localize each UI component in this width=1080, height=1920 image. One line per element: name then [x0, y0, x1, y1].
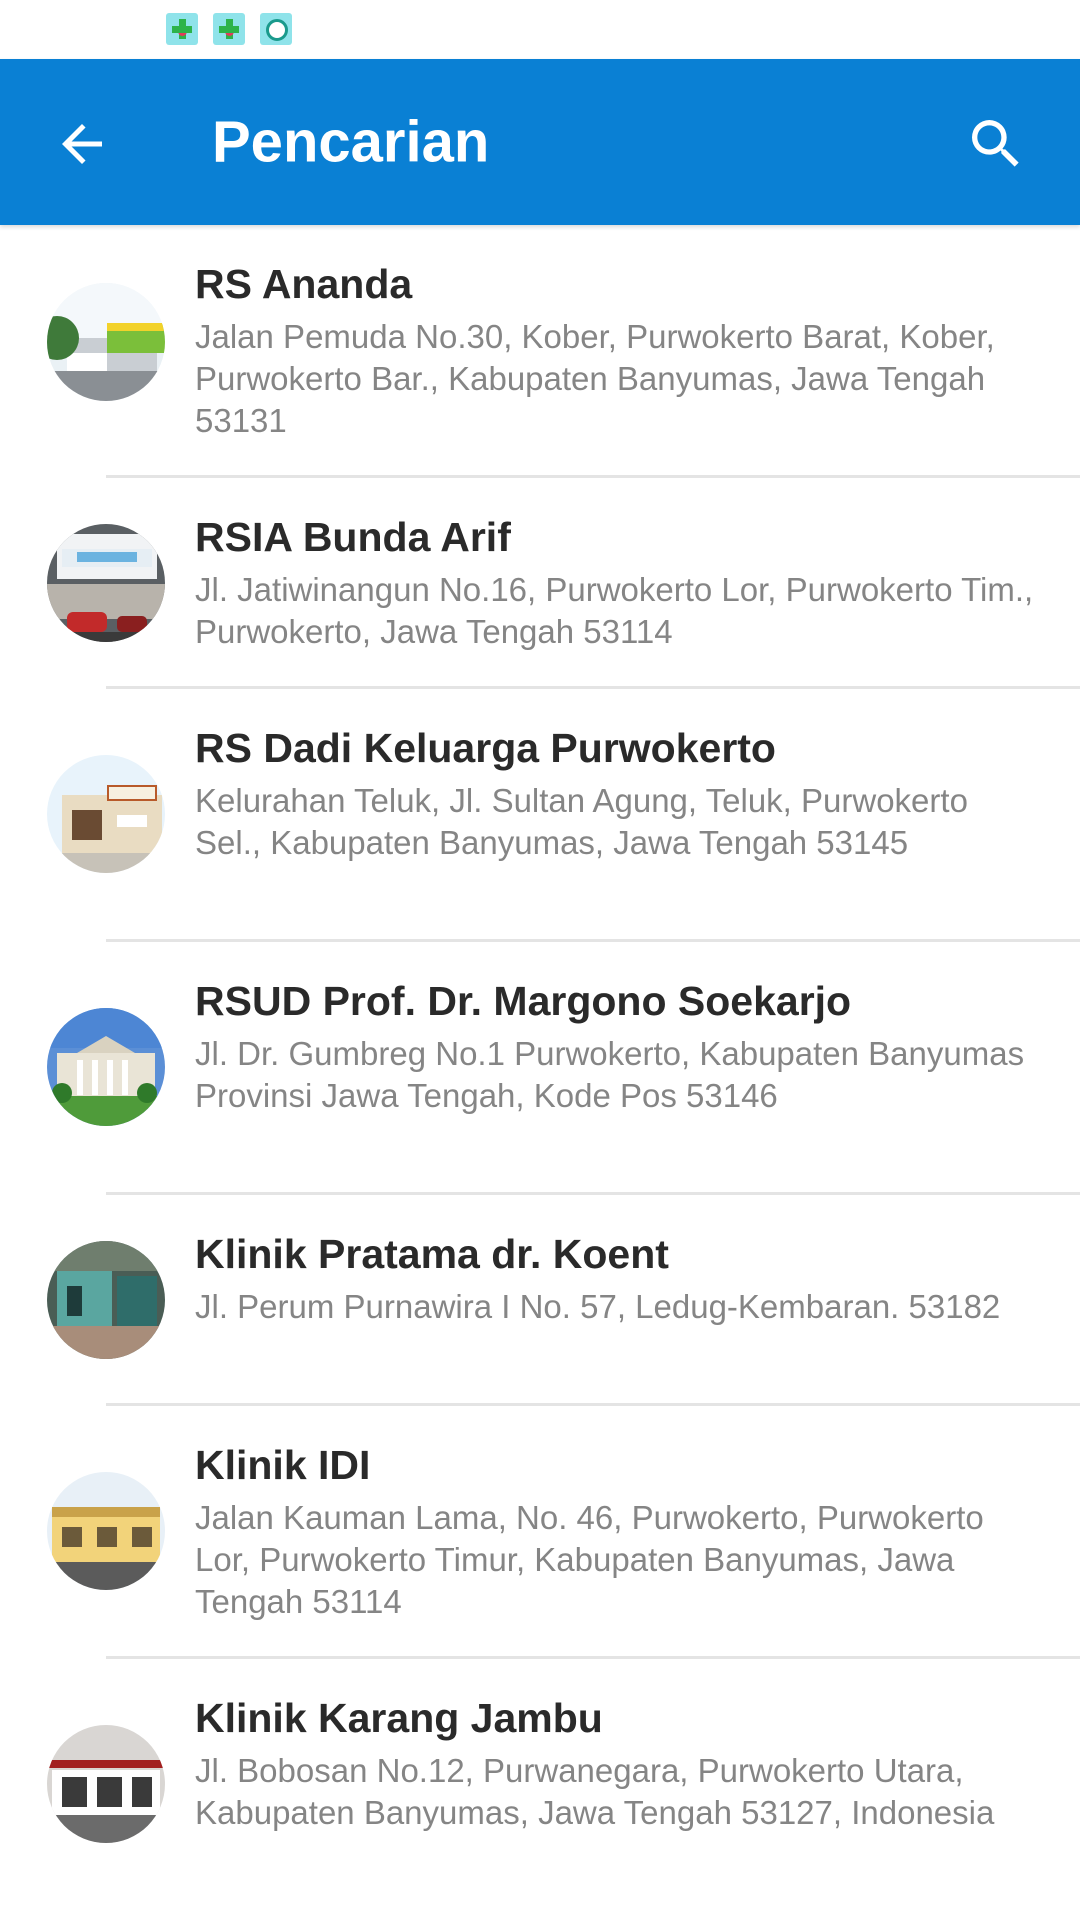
arrow-left-icon[interactable] [52, 114, 112, 174]
facility-name: RS Dadi Keluarga Purwokerto [195, 725, 776, 771]
notification-app-icon [166, 13, 198, 45]
facility-address: Jl. Perum Purnawira I No. 57, Ledug-Kemb… [195, 1288, 1001, 1325]
facility-name: RSUD Prof. Dr. Margono Soekarjo [195, 978, 852, 1024]
facility-list: RS Ananda Jalan Pemuda No.30, Kober, Pur… [0, 225, 1080, 1912]
notification-app-icon [260, 13, 292, 45]
facility-name: RS Ananda [195, 261, 413, 307]
list-item[interactable]: RSIA Bunda Arif Jl. Jatiwinangun No.16, … [0, 478, 1080, 689]
list-item[interactable]: RSUD Prof. Dr. Margono Soekarjo Jl. Dr. … [0, 942, 1080, 1195]
facility-address: Jalan Pemuda No.30, Kober, Purwokerto Ba… [195, 318, 995, 439]
list-item[interactable]: Klinik Pratama dr. Koent Jl. Perum Purna… [0, 1195, 1080, 1406]
facility-address: Jl. Dr. Gumbreg No.1 Purwokerto, Kabupat… [195, 1035, 1025, 1114]
facility-photo [47, 1241, 165, 1359]
list-item[interactable]: RS Dadi Keluarga Purwokerto Kelurahan Te… [0, 689, 1080, 942]
page-title: Pencarian [212, 109, 490, 175]
facility-name: Klinik Pratama dr. Koent [195, 1231, 669, 1277]
list-item[interactable]: RS Ananda Jalan Pemuda No.30, Kober, Pur… [0, 225, 1080, 478]
list-item[interactable]: Klinik IDI Jalan Kauman Lama, No. 46, Pu… [0, 1406, 1080, 1659]
facility-photo [47, 1472, 165, 1590]
facility-address: Jl. Jatiwinangun No.16, Purwokerto Lor, … [195, 571, 1034, 650]
facility-photo [47, 283, 165, 401]
facility-photo [47, 524, 165, 642]
facility-name: RSIA Bunda Arif [195, 514, 511, 560]
facility-address: Jalan Kauman Lama, No. 46, Purwokerto, P… [195, 1499, 984, 1620]
facility-photo [47, 755, 165, 873]
facility-photo [47, 1725, 165, 1843]
facility-photo [47, 1008, 165, 1126]
facility-address: Kelurahan Teluk, Jl. Sultan Agung, Teluk… [195, 782, 968, 861]
search-icon[interactable] [964, 112, 1028, 176]
notification-app-icon [213, 13, 245, 45]
status-bar [0, 0, 1080, 59]
list-item[interactable]: Klinik Karang Jambu Jl. Bobosan No.12, P… [0, 1659, 1080, 1912]
facility-name: Klinik Karang Jambu [195, 1695, 603, 1741]
facility-name: Klinik IDI [195, 1442, 371, 1488]
facility-address: Jl. Bobosan No.12, Purwanegara, Purwoker… [195, 1752, 995, 1831]
app-toolbar: Pencarian [0, 59, 1080, 225]
